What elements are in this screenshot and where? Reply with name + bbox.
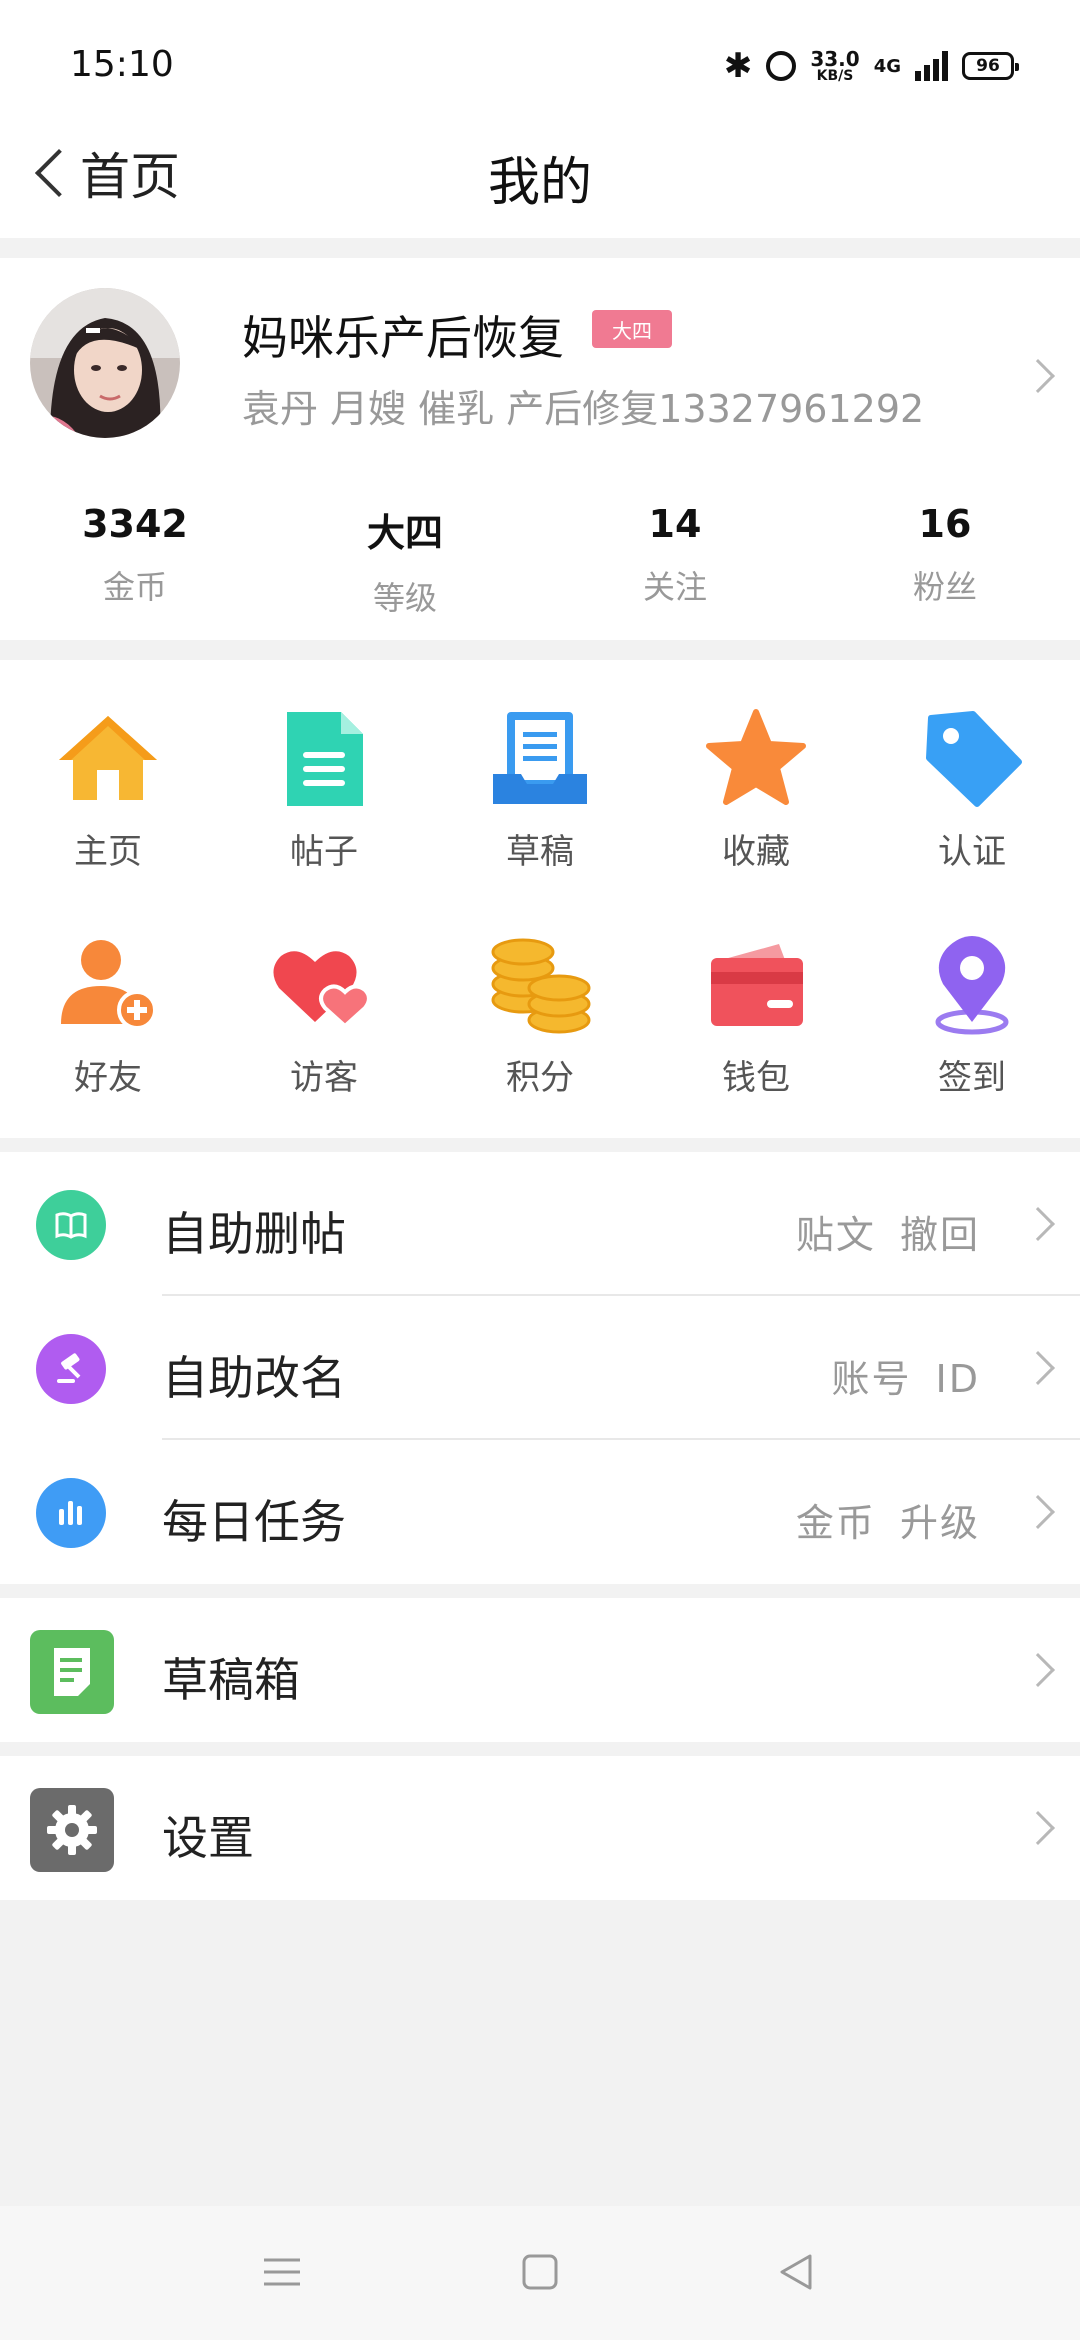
gear-icon [30, 1788, 114, 1872]
avatar[interactable] [30, 288, 180, 438]
home-icon [53, 704, 163, 814]
chevron-right-icon [1021, 1351, 1055, 1385]
list-item-label: 设置 [162, 1811, 254, 1865]
network-type: 4G [873, 55, 901, 77]
list-item-label: 自助改名 [162, 1351, 346, 1405]
chevron-right-icon [1021, 1495, 1055, 1529]
profile-stats: 3342 金币 大四 等级 14 关注 16 粉丝 [0, 502, 1080, 622]
chevron-right-icon [1021, 1207, 1055, 1241]
stat-coins[interactable]: 3342 金币 [0, 502, 270, 622]
stat-value: 16 [918, 502, 972, 546]
grid-item-favorites[interactable]: 收藏 [648, 704, 864, 873]
list-item-hint: 贴文 撤回 [795, 1213, 980, 1257]
list-item-label: 草稿箱 [162, 1653, 300, 1707]
list-item-settings[interactable]: 设置 [0, 1756, 1080, 1900]
page-title: 我的 [487, 153, 592, 213]
level-badge: 大四 [592, 310, 672, 348]
grid-row: 好友 访客 积分 钱包 签到 [0, 930, 1080, 1099]
list-item-hint: 金币 升级 [795, 1501, 980, 1545]
stat-value: 3342 [82, 502, 188, 546]
status-icons: ✱ 33.0 KB/S 4G 96 [723, 44, 1019, 88]
feature-grid: 主页 帖子 草稿 收藏 认证 好友 访客 积分 钱包 签到 [0, 660, 1080, 1138]
chevron-right-icon [1021, 359, 1055, 393]
stat-label: 关注 [642, 568, 707, 606]
status-bar: 15:10 ✱ 33.0 KB/S 4G 96 [0, 0, 1080, 110]
list-item-rename[interactable]: 自助改名 账号 ID [0, 1296, 1080, 1440]
grid-item-posts[interactable]: 帖子 [216, 704, 432, 873]
chevron-right-icon [1021, 1653, 1055, 1687]
gavel-icon [36, 1334, 106, 1404]
grid-row: 主页 帖子 草稿 收藏 认证 [0, 704, 1080, 873]
stat-label: 金币 [102, 568, 167, 606]
stat-label: 粉丝 [912, 568, 977, 606]
location-pin-icon [917, 930, 1027, 1040]
profile-header[interactable]: 妈咪乐产后恢复 大四 袁丹 月嫂 催乳 产后修复13327961292 [0, 258, 1080, 478]
list-item-label: 每日任务 [162, 1495, 346, 1549]
speed-value: 33.0 [810, 47, 860, 71]
coins-icon [485, 930, 595, 1040]
document-icon [30, 1630, 114, 1714]
grid-label: 草稿 [506, 832, 574, 872]
hearts-icon [269, 930, 379, 1040]
grid-label: 钱包 [722, 1058, 790, 1098]
add-friend-icon [53, 930, 163, 1040]
grid-item-wallet[interactable]: 钱包 [648, 930, 864, 1099]
grid-item-verify[interactable]: 认证 [864, 704, 1080, 873]
list-item-daily-tasks[interactable]: 每日任务 金币 升级 [0, 1440, 1080, 1584]
tag-icon [917, 704, 1027, 814]
alarm-icon [766, 51, 797, 81]
menu-icon[interactable] [262, 2252, 302, 2296]
grid-label: 帖子 [290, 832, 358, 872]
bluetooth-icon: ✱ [723, 46, 753, 86]
battery-icon: 96 [962, 52, 1019, 80]
grid-item-points[interactable]: 积分 [432, 930, 648, 1099]
speed-unit: KB/S [816, 68, 854, 84]
list-item-delete-post[interactable]: 自助删帖 贴文 撤回 [0, 1152, 1080, 1296]
profile-name: 妈咪乐产后恢复 [242, 311, 564, 365]
book-icon [36, 1190, 106, 1260]
post-icon [269, 704, 379, 814]
nav-bar: 首页 我的 [0, 110, 1080, 238]
grid-item-drafts[interactable]: 草稿 [432, 704, 648, 873]
stat-value: 14 [648, 502, 702, 546]
draft-icon [485, 704, 595, 814]
stat-level[interactable]: 大四 等级 [270, 502, 540, 622]
stat-value: 大四 [366, 511, 443, 555]
list-item-hint: 账号 ID [831, 1357, 980, 1401]
stat-fans[interactable]: 16 粉丝 [810, 502, 1080, 622]
profile-card: 妈咪乐产后恢复 大四 袁丹 月嫂 催乳 产后修复13327961292 3342… [0, 258, 1080, 640]
network-speed: 33.0 KB/S [810, 49, 859, 83]
grid-label: 收藏 [722, 832, 790, 872]
grid-item-friends[interactable]: 好友 [0, 930, 216, 1099]
grid-label: 积分 [506, 1058, 574, 1098]
signal-icon [915, 51, 948, 81]
grid-item-checkin[interactable]: 签到 [864, 930, 1080, 1099]
stat-following[interactable]: 14 关注 [540, 502, 810, 622]
grid-label: 主页 [74, 832, 142, 872]
tools-list: 自助删帖 贴文 撤回 自助改名 账号 ID 每日任务 金币 升级 [0, 1152, 1080, 1584]
grid-label: 好友 [74, 1058, 142, 1098]
system-nav-bar [0, 2206, 1080, 2340]
back-triangle-icon[interactable] [776, 2252, 816, 2296]
list-item-drafts-box[interactable]: 草稿箱 [0, 1598, 1080, 1742]
bar-chart-icon [36, 1478, 106, 1548]
chevron-right-icon [1021, 1811, 1055, 1845]
stat-label: 等级 [372, 579, 437, 617]
profile-description: 袁丹 月嫂 催乳 产后修复13327961292 [242, 387, 925, 431]
star-icon [701, 704, 811, 814]
list-item-label: 自助删帖 [162, 1207, 346, 1261]
wallet-icon [701, 930, 811, 1040]
grid-label: 认证 [938, 832, 1006, 872]
status-time: 15:10 [70, 44, 174, 85]
grid-label: 访客 [290, 1058, 358, 1098]
grid-item-home[interactable]: 主页 [0, 704, 216, 873]
grid-item-visitors[interactable]: 访客 [216, 930, 432, 1099]
grid-label: 签到 [938, 1058, 1006, 1098]
home-square-icon[interactable] [520, 2252, 560, 2296]
